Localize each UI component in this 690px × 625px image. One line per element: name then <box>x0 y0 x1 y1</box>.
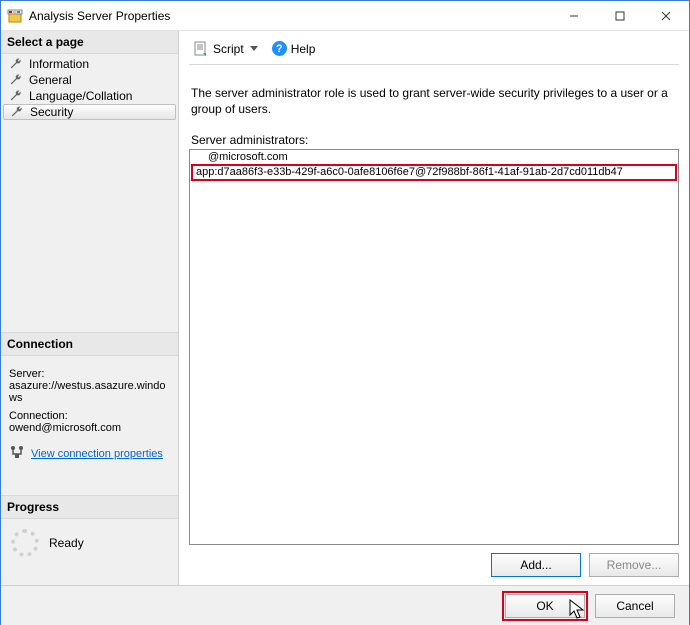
add-button[interactable]: Add... <box>491 553 581 577</box>
description-text: The server administrator role is used to… <box>191 85 677 117</box>
left-pane: Select a page Information General Langua… <box>1 31 179 585</box>
server-admins-listbox[interactable]: @microsoft.com app:d7aa86f3-e33b-429f-a6… <box>189 149 679 545</box>
close-button[interactable] <box>643 1 689 31</box>
help-icon: ? <box>272 41 287 56</box>
toolbar: Script ? Help <box>189 37 679 65</box>
connection-header: Connection <box>1 332 178 356</box>
page-label: Security <box>30 105 73 119</box>
remove-button: Remove... <box>589 553 679 577</box>
connection-label: Connection: <box>9 410 170 422</box>
maximize-button[interactable] <box>597 1 643 31</box>
progress-body: Ready <box>1 519 178 567</box>
help-label: Help <box>291 42 316 56</box>
wrench-icon <box>10 105 24 119</box>
page-label: General <box>29 73 72 87</box>
page-list: Information General Language/Collation S… <box>1 54 178 122</box>
progress-header: Progress <box>1 495 178 519</box>
page-item-language-collation[interactable]: Language/Collation <box>1 88 178 104</box>
page-item-general[interactable]: General <box>1 72 178 88</box>
add-label: Add... <box>520 558 551 572</box>
app-icon <box>7 8 23 24</box>
select-page-header: Select a page <box>1 31 178 54</box>
ok-button[interactable]: OK <box>505 594 585 618</box>
server-admins-label: Server administrators: <box>191 133 677 147</box>
script-label: Script <box>213 42 244 56</box>
window-controls <box>551 1 689 30</box>
progress-status: Ready <box>49 536 84 550</box>
titlebar: Analysis Server Properties <box>1 1 689 31</box>
ok-label: OK <box>536 599 553 613</box>
page-label: Language/Collation <box>29 89 132 103</box>
connection-icon <box>9 444 25 463</box>
page-item-security[interactable]: Security <box>3 104 176 120</box>
list-item[interactable]: app:d7aa86f3-e33b-429f-a6c0-0afe8106f6e7… <box>192 165 676 180</box>
cancel-label: Cancel <box>616 599 653 613</box>
script-button[interactable]: Script <box>189 39 262 59</box>
remove-label: Remove... <box>607 558 662 572</box>
footer: OK Cancel <box>1 585 689 625</box>
help-button[interactable]: ? Help <box>268 39 320 58</box>
right-pane: Script ? Help The server administrator r… <box>179 31 689 585</box>
wrench-icon <box>9 89 23 103</box>
chevron-down-icon <box>250 46 258 51</box>
connection-value: owend@microsoft.com <box>9 422 170 434</box>
connection-body: Server: asazure://westus.asazure.windows… <box>1 356 178 469</box>
wrench-icon <box>9 73 23 87</box>
list-item[interactable]: @microsoft.com <box>190 150 678 165</box>
cancel-button[interactable]: Cancel <box>595 594 675 618</box>
minimize-button[interactable] <box>551 1 597 31</box>
server-value: asazure://westus.asazure.windows <box>9 380 170 404</box>
wrench-icon <box>9 57 23 71</box>
page-label: Information <box>29 57 89 71</box>
window-title: Analysis Server Properties <box>29 9 170 23</box>
script-icon <box>193 41 209 57</box>
server-label: Server: <box>9 368 170 380</box>
view-connection-properties-link[interactable]: View connection properties <box>31 448 163 460</box>
progress-spinner-icon <box>11 529 39 557</box>
page-item-information[interactable]: Information <box>1 56 178 72</box>
